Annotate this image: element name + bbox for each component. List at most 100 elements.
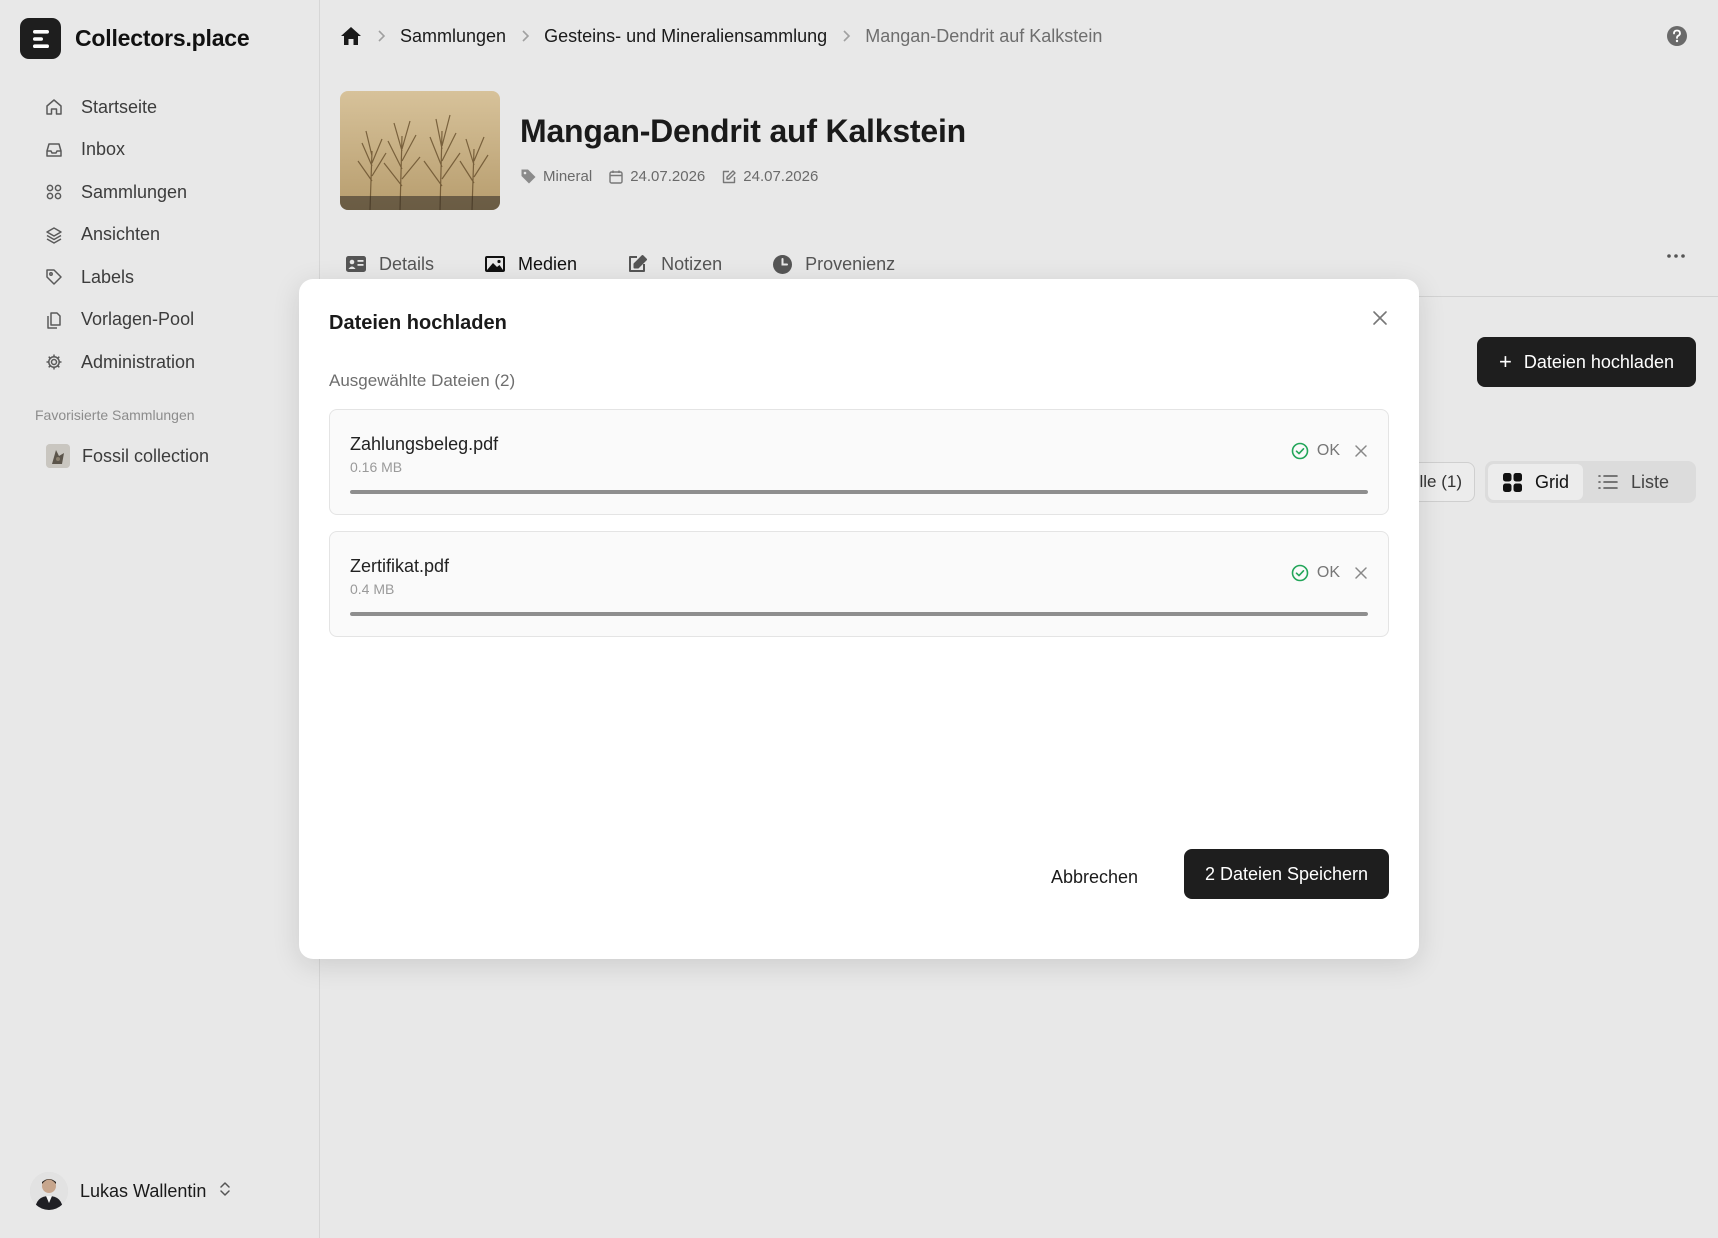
image-icon	[485, 256, 506, 272]
chevron-up-down-icon	[218, 1180, 232, 1203]
sidebar-item-label: Sammlungen	[81, 181, 188, 202]
file-status: OK	[1291, 442, 1368, 460]
item-title: Mangan-Dendrit auf Kalkstein	[520, 113, 967, 149]
file-name: Zertifikat.pdf	[350, 556, 450, 576]
selected-files-label: Ausgewählte Dateien (2)	[329, 371, 516, 390]
chevron-right-icon	[520, 29, 530, 43]
brand[interactable]: Collectors.place	[20, 18, 250, 59]
cancel-button[interactable]: Abbrechen	[1051, 852, 1138, 902]
layers-icon	[46, 227, 62, 244]
tab-details[interactable]: Details	[345, 254, 434, 275]
tab-label: Notizen	[661, 253, 723, 274]
home-icon	[46, 99, 62, 115]
upload-progress-bar	[350, 490, 1368, 494]
view-list-button[interactable]: Liste	[1583, 464, 1683, 500]
save-files-button[interactable]: 2 Dateien Speichern	[1184, 849, 1389, 899]
upload-files-button[interactable]: + Dateien hochladen	[1477, 337, 1696, 387]
inbox-icon	[46, 143, 62, 157]
upload-files-label: Dateien hochladen	[1523, 351, 1674, 372]
sidebar-item-administration[interactable]: Administration	[44, 341, 304, 384]
user-menu[interactable]: Lukas Wallentin	[30, 1172, 232, 1210]
help-icon[interactable]	[1666, 25, 1688, 52]
tab-notizen[interactable]: Notizen	[627, 254, 722, 275]
sidebar-item-label: Administration	[81, 351, 196, 372]
id-card-icon	[346, 256, 366, 272]
file-status-label: OK	[1316, 564, 1340, 581]
sidebar-item-sammlungen[interactable]: Sammlungen	[44, 171, 304, 214]
filter-all-label: lle (1)	[1419, 472, 1462, 491]
chevron-right-icon	[841, 29, 851, 43]
plus-icon: +	[1499, 349, 1512, 374]
edit-icon	[723, 169, 736, 183]
sidebar: Collectors.place Startseite Inbox Sammlu…	[0, 0, 320, 1238]
sidebar-item-inbox[interactable]: Inbox	[44, 129, 304, 172]
tag-icon	[46, 269, 62, 285]
tag-icon	[521, 169, 536, 184]
copy-icon	[47, 312, 61, 329]
dialog-title: Dateien hochladen	[329, 312, 507, 334]
collections-grid-icon	[46, 184, 62, 200]
upload-progress-fill	[350, 612, 1368, 616]
chevron-right-icon	[376, 29, 386, 43]
fossil-thumbnail	[46, 444, 70, 468]
file-item: Zahlungsbeleg.pdf 0.16 MB OK	[329, 409, 1389, 515]
gear-icon	[46, 354, 62, 370]
list-icon	[1598, 475, 1618, 489]
tab-label: Medien	[518, 253, 578, 274]
close-icon[interactable]	[1371, 309, 1389, 332]
file-status: OK	[1291, 564, 1368, 582]
favorites-title: Favorisierte Sammlungen	[35, 407, 195, 423]
item-tabs: Details Medien Notizen Provenienz	[345, 249, 945, 279]
view-grid-button[interactable]: Grid	[1488, 464, 1584, 500]
home-icon[interactable]	[340, 25, 362, 47]
item-modified-date: 24.07.2026	[743, 168, 819, 185]
clock-icon	[773, 254, 793, 274]
sidebar-item-labels[interactable]: Labels	[44, 256, 304, 299]
sidebar-item-ansichten[interactable]: Ansichten	[44, 214, 304, 257]
sidebar-item-vorlagen-pool[interactable]: Vorlagen-Pool	[44, 299, 304, 342]
sidebar-item-label: Labels	[81, 266, 135, 287]
upload-dialog: Dateien hochladen Ausgewählte Dateien (2…	[299, 279, 1419, 959]
app-logo-icon	[20, 18, 61, 59]
user-name: Lukas Wallentin	[80, 1180, 207, 1201]
item-meta: Mineral 24.07.2026 24.07.2026	[520, 168, 834, 185]
breadcrumb-collection[interactable]: Gesteins- und Mineraliensammlung	[544, 26, 827, 47]
app-name: Collectors.place	[75, 25, 250, 51]
tab-medien[interactable]: Medien	[484, 254, 577, 275]
upload-progress-bar	[350, 612, 1368, 616]
tab-label: Details	[379, 253, 435, 274]
favorite-item-fossil-collection[interactable]: Fossil collection	[46, 442, 209, 470]
sidebar-item-label: Inbox	[81, 139, 126, 160]
avatar	[30, 1172, 68, 1210]
item-created-date: 24.07.2026	[630, 168, 706, 185]
tab-provenienz[interactable]: Provenienz	[772, 254, 895, 275]
item-category-label: Mineral	[543, 168, 593, 185]
check-circle-icon	[1291, 442, 1309, 460]
upload-progress-fill	[350, 490, 1368, 494]
item-category: Mineral	[520, 168, 592, 185]
sidebar-item-startseite[interactable]: Startseite	[44, 86, 304, 129]
grid-icon	[1503, 472, 1522, 492]
check-circle-icon	[1291, 564, 1309, 582]
calendar-icon	[609, 170, 623, 184]
view-toggle: Grid Liste	[1485, 461, 1696, 503]
breadcrumb-current: Mangan-Dendrit auf Kalkstein	[865, 25, 1103, 46]
sidebar-nav: Startseite Inbox Sammlungen Ansichten La…	[44, 86, 304, 384]
view-list-label: Liste	[1631, 471, 1670, 492]
file-size: 0.16 MB	[350, 459, 403, 475]
item-thumbnail[interactable]	[340, 91, 500, 210]
breadcrumb: Sammlungen Gesteins- und Mineraliensamml…	[340, 22, 1102, 50]
file-size: 0.4 MB	[350, 581, 395, 597]
remove-file-icon[interactable]	[1354, 566, 1368, 580]
more-options-icon[interactable]	[1666, 246, 1686, 271]
sidebar-item-label: Vorlagen-Pool	[81, 309, 195, 330]
file-item: Zertifikat.pdf 0.4 MB OK	[329, 531, 1389, 637]
remove-file-icon[interactable]	[1354, 444, 1368, 458]
file-name: Zahlungsbeleg.pdf	[350, 434, 499, 454]
file-status-label: OK	[1316, 442, 1340, 459]
edit-icon	[629, 255, 648, 272]
breadcrumb-sammlungen[interactable]: Sammlungen	[400, 26, 506, 47]
favorite-label: Fossil collection	[82, 445, 210, 466]
item-created: 24.07.2026	[608, 168, 705, 185]
sidebar-item-label: Startseite	[81, 96, 158, 117]
